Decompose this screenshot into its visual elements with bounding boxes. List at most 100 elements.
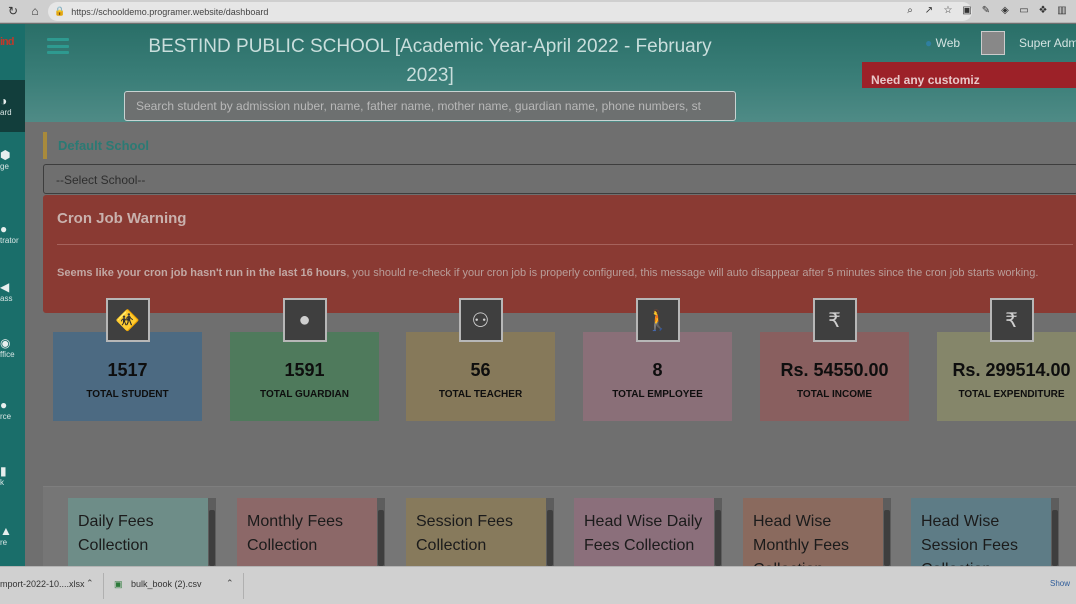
- globe-icon: ●: [925, 36, 933, 50]
- stat-card-total-teacher[interactable]: ⚇ 56 TOTAL TEACHER: [406, 298, 555, 421]
- bookmark-star-icon[interactable]: ☆: [942, 4, 954, 16]
- stat-value: Rs. 54550.00: [780, 360, 889, 380]
- office-icon: ◉: [0, 336, 11, 350]
- main-content: Default School --Select School-- Cron Jo…: [25, 122, 1076, 566]
- sidebar-item-label: k: [0, 478, 4, 487]
- scrollbar[interactable]: [883, 498, 891, 566]
- cron-warning-title: Cron Job Warning: [57, 210, 187, 227]
- chevron-up-icon[interactable]: ⌃: [86, 578, 94, 589]
- avatar[interactable]: [981, 31, 1005, 55]
- translate-icon[interactable]: ◈: [999, 4, 1011, 16]
- stat-value: 1591: [284, 360, 325, 380]
- sidebar-item-office[interactable]: ◉ ffice: [0, 336, 25, 359]
- extension-icon[interactable]: ▣: [961, 4, 973, 16]
- rupee-icon: ₹: [812, 298, 857, 342]
- fee-card-session[interactable]: Session Fees Collection: [406, 498, 554, 566]
- stat-label: TOTAL EXPENDITURE: [958, 389, 1065, 400]
- cast-icon[interactable]: ▭: [1018, 4, 1030, 16]
- stat-value: 56: [470, 360, 491, 380]
- stat-card-total-expenditure[interactable]: ₹ Rs. 299514.00 TOTAL EXPENDITURE: [937, 298, 1076, 421]
- web-link[interactable]: ● Web: [925, 36, 960, 50]
- share-icon[interactable]: ↗: [923, 4, 935, 16]
- hamburger-menu-icon[interactable]: [47, 38, 69, 54]
- zoom-icon[interactable]: ⌕: [904, 4, 916, 16]
- sidebar-item-manage[interactable]: ⬢ ge: [0, 148, 25, 171]
- user-menu[interactable]: Super Adm: [1019, 36, 1076, 50]
- home-icon[interactable]: ⌂: [26, 2, 44, 20]
- stat-card-total-guardian[interactable]: ● 1591 TOTAL GUARDIAN: [230, 298, 379, 421]
- downloads-bar: mport-2022-10....xlsx ⌃ ▣ bulk_book (2).…: [0, 566, 1076, 604]
- sidebar-item-administrator[interactable]: ● trator: [0, 222, 25, 245]
- stat-value: 1517: [107, 360, 148, 380]
- stat-label: TOTAL INCOME: [797, 389, 872, 400]
- page-title: BESTIND PUBLIC SCHOOL [Academic Year-Apr…: [148, 36, 712, 86]
- sidebar-item-resource[interactable]: ● rce: [0, 398, 25, 421]
- sidebar-toggle-icon[interactable]: ▥: [1056, 4, 1068, 16]
- sidebar-item-class[interactable]: ◀ ass: [0, 280, 25, 303]
- brand-logo: ind: [0, 36, 14, 48]
- download-item[interactable]: bulk_book (2).csv: [131, 579, 202, 589]
- stat-label: TOTAL EMPLOYEE: [612, 389, 703, 400]
- browser-actions: ⌕ ↗ ☆ ▣ ✎ ◈ ▭ ❖ ▥: [904, 4, 1068, 16]
- fee-card-title: Daily Fees Collection: [78, 513, 154, 554]
- school-select[interactable]: --Select School--: [43, 164, 1076, 194]
- sidebar-item-label: ge: [0, 162, 9, 171]
- url-text: https://schooldemo.programer.website/das…: [71, 6, 269, 17]
- fee-card-title: Head Wise Session Fees Collection: [921, 513, 1018, 566]
- class-icon: ◀: [0, 280, 10, 294]
- divider: [57, 244, 1073, 245]
- pen-icon[interactable]: ✎: [980, 4, 992, 16]
- scrollbar[interactable]: [208, 498, 216, 566]
- scrollbar[interactable]: [377, 498, 385, 566]
- cron-warning-text: , you should re-check if your cron job i…: [346, 267, 1039, 279]
- fee-card-title: Session Fees Collection: [416, 513, 513, 554]
- sidebar-item-more[interactable]: ▲ re: [0, 524, 25, 547]
- users-icon: ⚇: [458, 298, 503, 342]
- more-icon: ▲: [0, 524, 12, 538]
- scrollbar[interactable]: [714, 498, 722, 566]
- sidebar-item-label: ass: [0, 294, 13, 303]
- address-bar[interactable]: 🔒 https://schooldemo.programer.website/d…: [48, 2, 972, 21]
- stat-card-total-income[interactable]: ₹ Rs. 54550.00 TOTAL INCOME: [760, 298, 909, 421]
- cron-warning-bold: Seems like your cron job hasn't run in t…: [57, 267, 347, 279]
- web-link-label: Web: [935, 36, 961, 50]
- top-header: BESTIND PUBLIC SCHOOL [Academic Year-Apr…: [25, 24, 1076, 122]
- fee-card-head-wise-monthly[interactable]: Head Wise Monthly Fees Collection: [743, 498, 891, 566]
- fee-card-title: Monthly Fees Collection: [247, 513, 344, 554]
- stat-label: TOTAL STUDENT: [86, 389, 169, 400]
- browser-toolbar: ↻ ⌂ 🔒 https://schooldemo.programer.websi…: [0, 0, 1076, 23]
- fee-card-head-wise-daily[interactable]: Head Wise Daily Fees Collection: [574, 498, 722, 566]
- sidebar-item-book[interactable]: ▮ k: [0, 464, 25, 487]
- show-all-downloads-link[interactable]: Show: [1050, 579, 1070, 588]
- fee-card-daily[interactable]: Daily Fees Collection: [68, 498, 216, 566]
- scrollbar[interactable]: [546, 498, 554, 566]
- fee-card-title: Head Wise Daily Fees Collection: [584, 513, 703, 554]
- stat-label: TOTAL TEACHER: [438, 389, 523, 400]
- sidebar-item-dashboard[interactable]: ◑ ard: [0, 80, 25, 132]
- user-icon: ●: [282, 298, 327, 342]
- rupee-icon: ₹: [989, 298, 1034, 342]
- divider: [103, 573, 104, 599]
- chevron-up-icon[interactable]: ⌃: [226, 578, 234, 589]
- divider: [243, 573, 244, 599]
- resource-icon: ●: [0, 398, 8, 412]
- fee-card-head-wise-session[interactable]: Head Wise Session Fees Collection: [911, 498, 1059, 566]
- sidebar-item-label: trator: [0, 236, 19, 245]
- stat-value: Rs. 299514.00: [952, 360, 1071, 380]
- customization-banner[interactable]: Need any customiz: [862, 62, 1076, 88]
- stat-card-total-student[interactable]: 🚸 1517 TOTAL STUDENT: [53, 298, 202, 421]
- sidebar-item-label: ard: [0, 108, 12, 117]
- administrator-icon: ●: [0, 222, 8, 236]
- download-item[interactable]: mport-2022-10....xlsx: [0, 579, 85, 589]
- reload-icon[interactable]: ↻: [4, 2, 22, 20]
- employee-icon: 🚶: [635, 298, 680, 342]
- stat-card-total-employee[interactable]: 🚶 8 TOTAL EMPLOYEE: [583, 298, 732, 421]
- search-input[interactable]: [124, 91, 736, 121]
- puzzle-icon[interactable]: ❖: [1037, 4, 1049, 16]
- sidebar: ind ◑ ard ⬢ ge ● trator ◀ ass ◉ ffice ● …: [0, 24, 25, 566]
- sidebar-item-label: re: [0, 538, 8, 547]
- book-icon: ▮: [0, 464, 7, 478]
- scrollbar[interactable]: [1051, 498, 1059, 566]
- fee-card-monthly[interactable]: Monthly Fees Collection: [237, 498, 385, 566]
- sidebar-item-label: rce: [0, 412, 12, 421]
